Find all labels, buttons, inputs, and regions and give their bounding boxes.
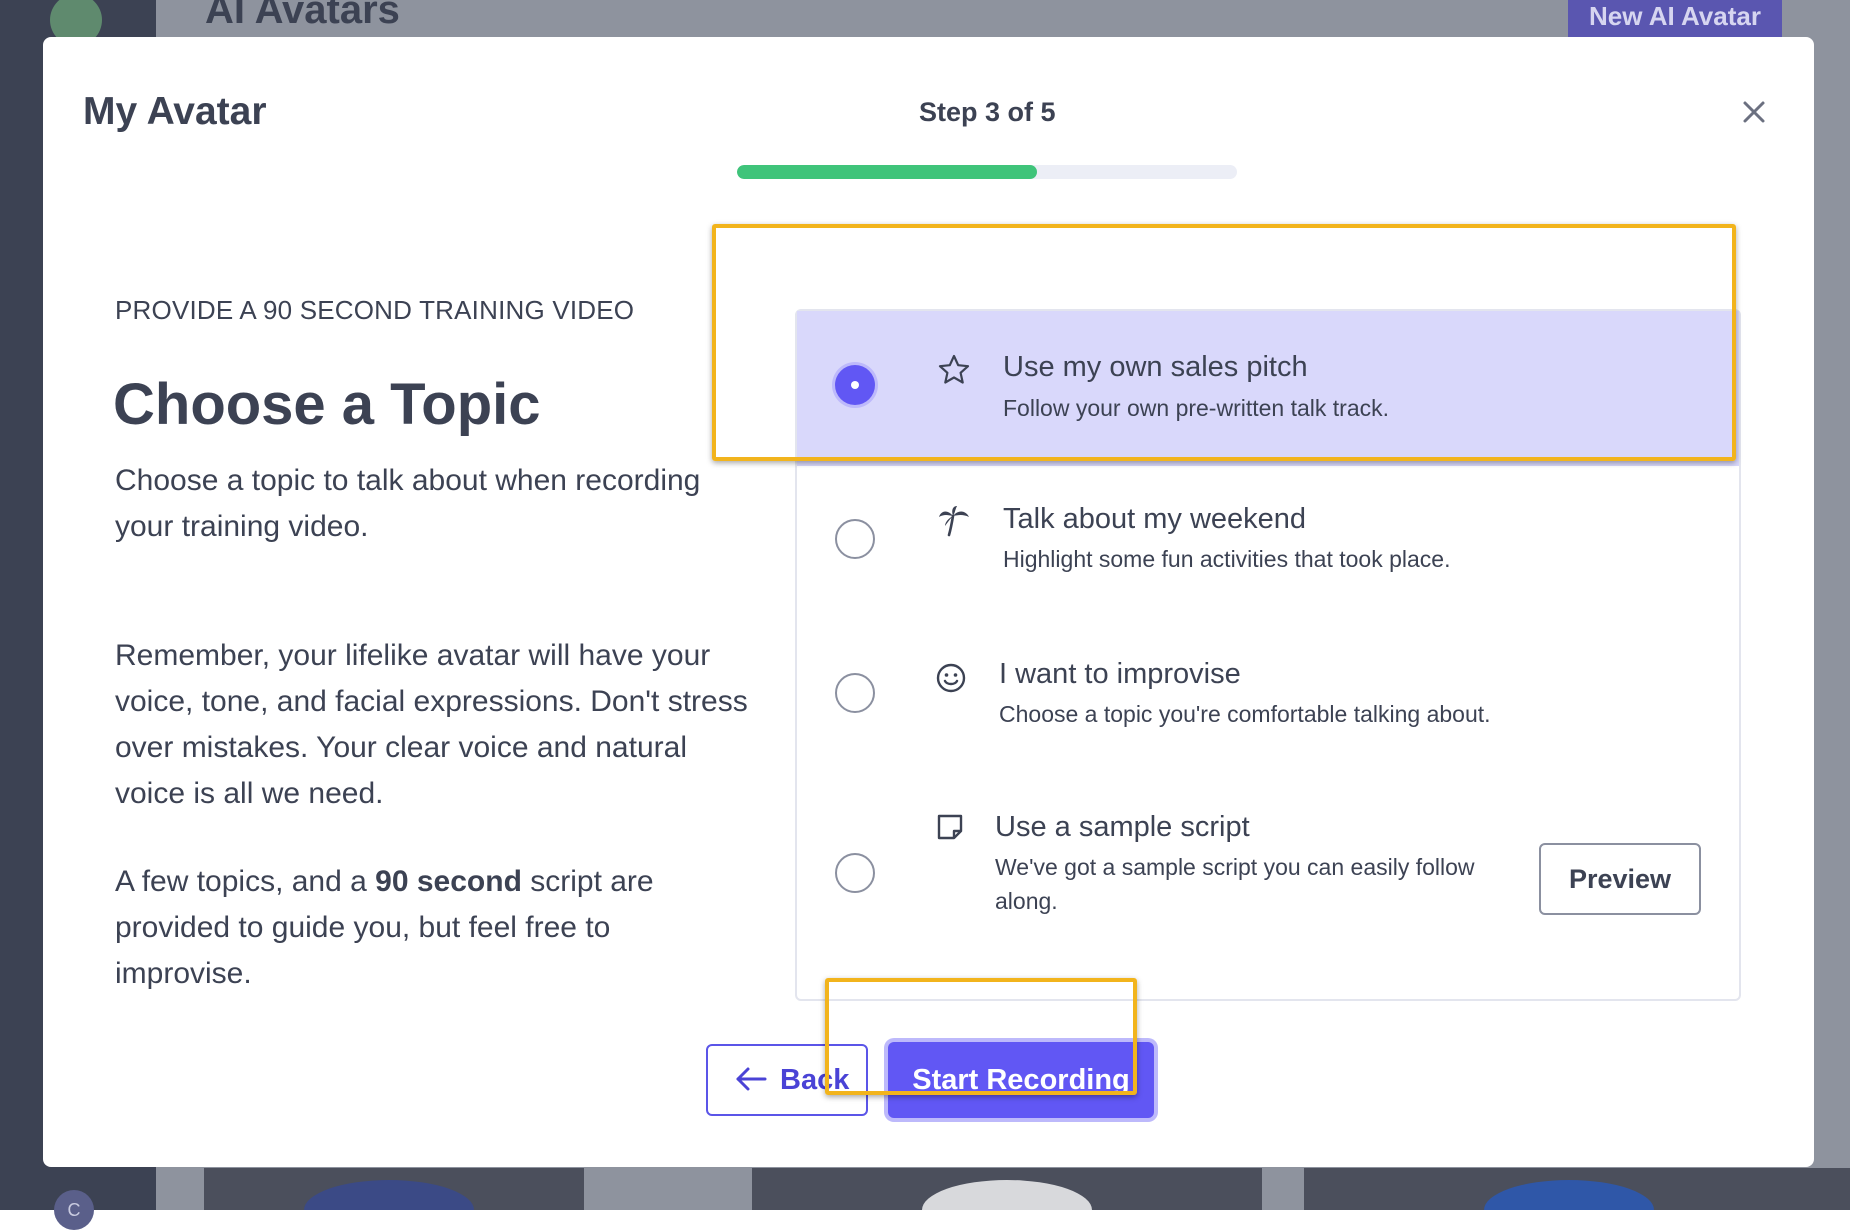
topic-option-description: Follow your own pre-written talk track. bbox=[1003, 395, 1390, 421]
topic-option-title: I want to improvise bbox=[999, 658, 1241, 690]
step-indicator: Step 3 of 5 bbox=[919, 97, 1056, 127]
progress-bar bbox=[737, 165, 1237, 179]
preview-script-button[interactable]: Preview bbox=[1539, 843, 1701, 915]
progress-bar-fill bbox=[737, 165, 1037, 179]
create-avatar-modal: My Avatar Step 3 of 5 PROVIDE A 90 SECON… bbox=[43, 37, 1814, 1167]
topic-option-list: Use my own sales pitch Follow your own p… bbox=[795, 309, 1741, 1001]
topic-option-improvise[interactable]: I want to improvise Choose a topic you'r… bbox=[797, 621, 1739, 776]
topic-option-description: We've got a sample script you can easily… bbox=[995, 854, 1475, 914]
radio-button[interactable] bbox=[835, 673, 875, 713]
topic-option-sales-pitch[interactable]: Use my own sales pitch Follow your own p… bbox=[797, 311, 1739, 466]
note-icon bbox=[937, 814, 963, 840]
radio-button-selected[interactable] bbox=[835, 365, 875, 405]
avatar-thumbnail[interactable] bbox=[1304, 1168, 1850, 1210]
topic-option-description: Highlight some fun activities that took … bbox=[1003, 546, 1451, 572]
radio-button[interactable] bbox=[835, 519, 875, 559]
topic-option-title: Talk about my weekend bbox=[1003, 503, 1307, 535]
section-eyebrow: PROVIDE A 90 SECOND TRAINING VIDEO bbox=[115, 295, 635, 325]
start-recording-button[interactable]: Start Recording bbox=[888, 1042, 1154, 1118]
user-avatar[interactable]: C bbox=[54, 1190, 94, 1230]
topic-option-description: Choose a topic you're comfortable talkin… bbox=[999, 701, 1491, 727]
close-icon bbox=[1743, 101, 1765, 123]
app-page-title: AI Avatars bbox=[205, 0, 400, 32]
script-info-paragraph: A few topics, and a 90 second script are… bbox=[115, 859, 755, 997]
star-icon bbox=[938, 354, 970, 384]
new-ai-avatar-button[interactable]: New AI Avatar bbox=[1568, 0, 1782, 38]
topic-option-title: Use a sample script bbox=[995, 811, 1250, 843]
arrow-left-icon bbox=[736, 1067, 767, 1091]
script-duration-emphasis: 90 second bbox=[375, 865, 522, 898]
reassurance-paragraph: Remember, your lifelike avatar will have… bbox=[115, 639, 748, 810]
intro-paragraph: Choose a topic to talk about when record… bbox=[115, 464, 701, 543]
radio-button[interactable] bbox=[835, 853, 875, 893]
smiley-icon bbox=[936, 663, 966, 693]
section-heading: Choose a Topic bbox=[113, 372, 541, 437]
modal-title: My Avatar bbox=[83, 90, 267, 133]
palm-tree-icon bbox=[939, 506, 969, 537]
topic-option-weekend[interactable]: Talk about my weekend Highlight some fun… bbox=[797, 466, 1739, 621]
avatar-thumbnail[interactable] bbox=[752, 1168, 1262, 1210]
close-button[interactable] bbox=[1734, 92, 1774, 132]
back-button-label: Back bbox=[780, 1063, 850, 1096]
topic-option-sample-script[interactable]: Use a sample script We've got a sample s… bbox=[797, 776, 1739, 1001]
avatar-thumbnail[interactable] bbox=[204, 1168, 584, 1210]
topic-option-title: Use my own sales pitch bbox=[1003, 351, 1308, 383]
script-info-text: A few topics, and a bbox=[115, 865, 376, 898]
back-button[interactable]: Back bbox=[706, 1044, 868, 1116]
